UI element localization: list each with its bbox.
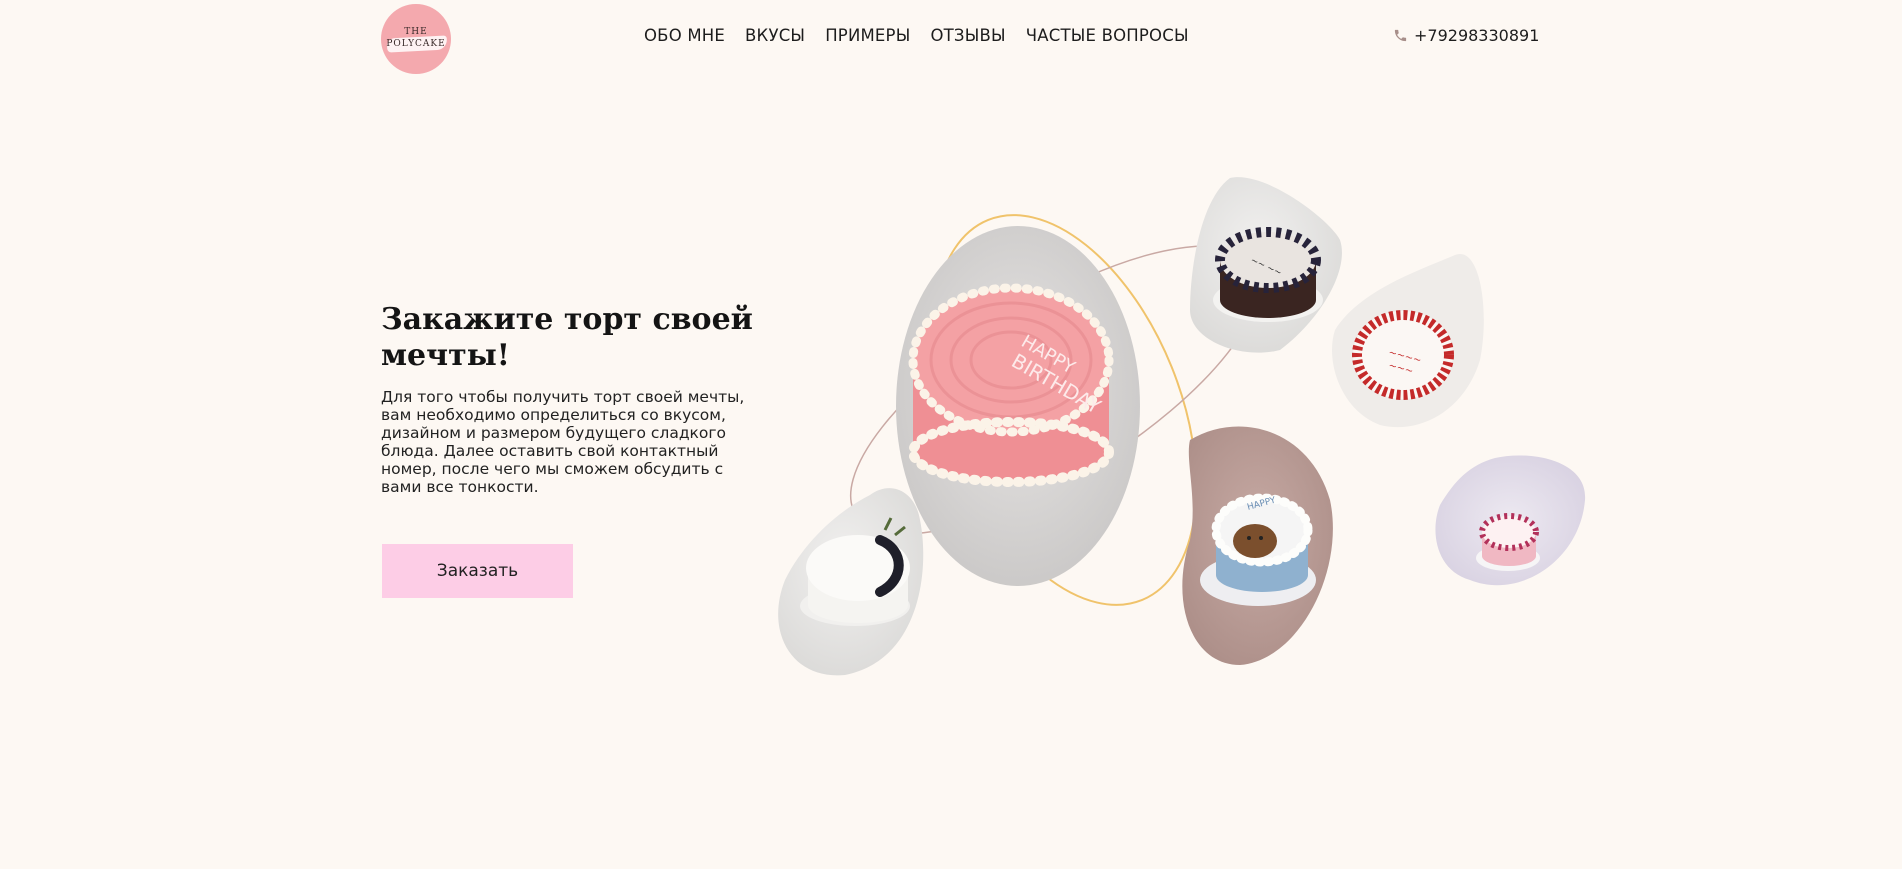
cake-photo-blue-bear: HAPPY — [1182, 426, 1333, 665]
order-button[interactable]: Заказать — [382, 544, 573, 598]
landing-page: THE POLYCAKE ОБО МНЕ ВКУСЫ ПРИМЕРЫ ОТЗЫВ… — [0, 0, 1902, 869]
hero-title-line2: мечты! — [381, 338, 510, 373]
nav-item-about[interactable]: ОБО МНЕ — [644, 26, 725, 45]
nav-item-examples[interactable]: ПРИМЕРЫ — [825, 26, 910, 45]
logo-line2: POLYCAKE — [386, 39, 446, 49]
cake-photo-red-border: ~~~~ ~~~ — [1332, 253, 1484, 428]
cake-collage: HAPPY BIRTHDAY ~~ ~~ ~~~~ ~~~ HAPPY — [720, 160, 1590, 700]
collage-svg: HAPPY BIRTHDAY ~~ ~~ ~~~~ ~~~ HAPPY — [778, 177, 1586, 676]
hero-title-line1: Закажите торт своей — [381, 302, 753, 337]
main-nav: ОБО МНЕ ВКУСЫ ПРИМЕРЫ ОТЗЫВЫ ЧАСТЫЕ ВОПР… — [644, 26, 1209, 45]
nav-item-faq[interactable]: ЧАСТЫЕ ВОПРОСЫ — [1026, 26, 1189, 45]
cake-photo-blueberry-drip: ~~ ~~ — [1190, 177, 1342, 353]
nav-item-flavors[interactable]: ВКУСЫ — [745, 26, 805, 45]
cake-photo-main: HAPPY BIRTHDAY — [896, 226, 1140, 586]
nav-item-reviews[interactable]: ОТЗЫВЫ — [930, 26, 1005, 45]
hero-description: Для того чтобы получить торт своей мечты… — [381, 388, 745, 496]
cake-photo-pink-berries — [1435, 455, 1586, 586]
logo[interactable]: THE POLYCAKE — [381, 4, 451, 74]
logo-line1: THE — [404, 27, 428, 37]
phone-link[interactable]: +79298330891 — [1393, 26, 1539, 45]
cake-photo-white-blueberry — [778, 488, 924, 676]
phone-number: +79298330891 — [1414, 26, 1540, 45]
phone-icon — [1394, 29, 1407, 42]
